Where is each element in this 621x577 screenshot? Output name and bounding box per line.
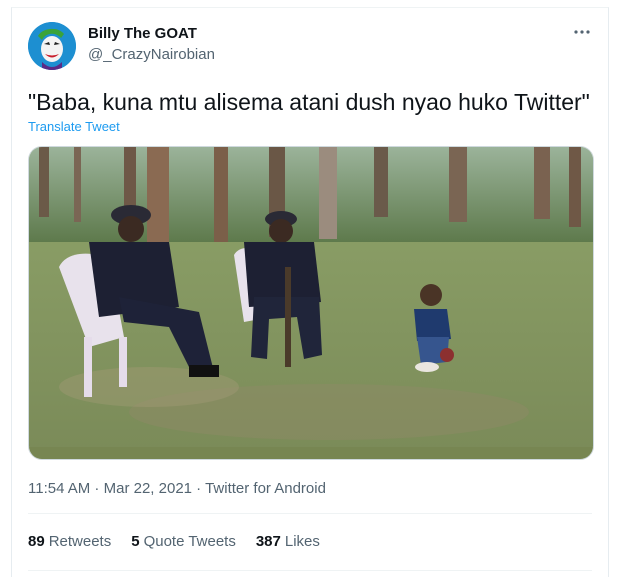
likes-stat[interactable]: 387 Likes [256,533,320,550]
meta-separator: · [192,480,206,497]
retweets-stat[interactable]: 89 Retweets [28,533,111,550]
tweet-stats: 89 Retweets 5 Quote Tweets 387 Likes [28,533,320,550]
divider [28,570,592,571]
author-handle[interactable]: @_CrazyNairobian [88,46,215,63]
tweet-card: Billy The GOAT @_CrazyNairobian "Baba, k… [11,7,609,577]
quote-tweets-count: 5 [131,533,140,550]
tweet-meta: 11:54 AM · Mar 22, 2021 · Twitter for An… [28,480,326,497]
likes-count: 387 [255,533,281,550]
retweets-label: Retweets [48,533,112,550]
quote-tweets-label: Quote Tweets [143,533,236,550]
retweets-count: 89 [28,533,45,550]
tweet-text: "Baba, kuna mtu alisema atani dush nyao … [28,89,590,115]
divider [28,513,592,514]
author-avatar[interactable] [28,22,76,70]
author-name[interactable]: Billy The GOAT [88,25,197,42]
meta-separator: · [90,480,104,497]
more-options-icon[interactable] [572,22,592,47]
photo-men-and-child-in-forest [29,147,593,459]
tweet-time[interactable]: 11:54 AM [28,480,90,497]
translate-tweet-link[interactable]: Translate Tweet [28,119,120,134]
joker-avatar-icon [28,22,76,70]
tweet-source[interactable]: Twitter for Android [205,480,326,497]
quote-tweets-stat[interactable]: 5 Quote Tweets [131,533,236,550]
likes-label: Likes [284,533,320,550]
tweet-photo[interactable] [28,146,594,460]
tweet-date[interactable]: Mar 22, 2021 [104,480,192,497]
